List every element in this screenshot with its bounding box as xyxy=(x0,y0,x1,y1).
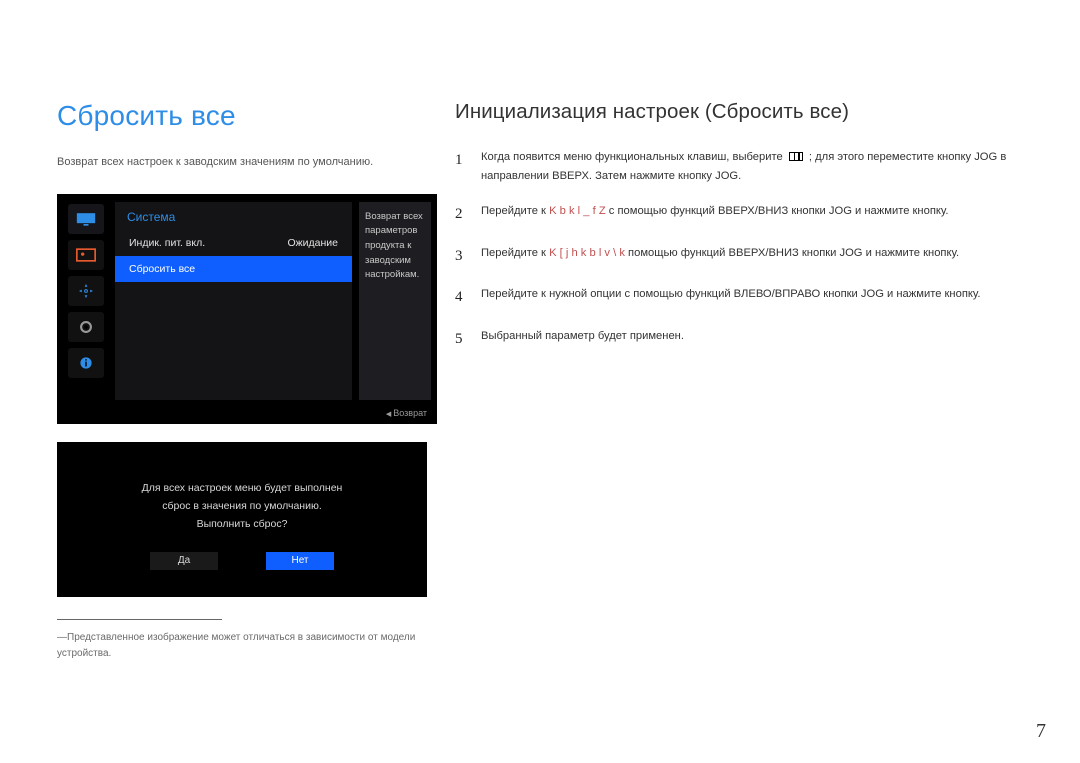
menu-grid-icon xyxy=(789,152,803,161)
separator xyxy=(57,619,222,620)
no-button[interactable]: Нет xyxy=(266,552,334,570)
gear-icon xyxy=(68,312,104,342)
section-title: Инициализация настроек (Сбросить все) xyxy=(455,100,1030,124)
page-title: Сбросить все xyxy=(57,100,437,132)
yes-button[interactable]: Да xyxy=(150,552,218,570)
step-4: 4 Перейдите к нужной опции с помощью фун… xyxy=(455,285,1030,311)
step-text: помощью функций ВВЕРХ/ВНИЗ кнопки JOG и … xyxy=(628,247,959,259)
subtitle: Возврат всех настроек к заводским значен… xyxy=(57,154,437,172)
osd-system-menu: Система Индик. пит. вкл. Ожидание Сброси… xyxy=(57,194,437,424)
dialog-line: Выполнить сброс? xyxy=(57,518,427,530)
osd-menu-title: Система xyxy=(115,202,352,230)
osd-left-rail xyxy=(63,204,109,414)
footnote: ―Представленное изображение может отлича… xyxy=(57,630,437,662)
osd-row-value: Ожидание xyxy=(287,237,338,249)
step-number: 4 xyxy=(455,285,469,311)
step-2: 2 Перейдите к K b k l _ f Z с помощью фу… xyxy=(455,202,1030,228)
step-number: 3 xyxy=(455,244,469,270)
page-number: 7 xyxy=(1036,720,1046,743)
step-text: с помощью функций ВВЕРХ/ВНИЗ кнопки JOG … xyxy=(606,205,949,217)
osd-row-power-led: Индик. пит. вкл. Ожидание xyxy=(115,230,352,256)
osd-row-reset-all: Сбросить все xyxy=(115,256,352,282)
osd-back-hint: Возврат xyxy=(386,408,427,418)
footnote-text: Представленное изображение может отличат… xyxy=(57,632,415,659)
step-number: 1 xyxy=(455,148,469,186)
step-number: 5 xyxy=(455,327,469,353)
step-1: 1 Когда появится меню функциональных кла… xyxy=(455,148,1030,186)
move-icon xyxy=(68,276,104,306)
step-highlight: K [ j h k b l v \ k xyxy=(549,247,625,259)
info-icon xyxy=(68,348,104,378)
step-text: Перейдите к xyxy=(481,205,549,217)
step-text: Когда появится меню функциональных клави… xyxy=(481,151,786,163)
steps-list: 1 Когда появится меню функциональных кла… xyxy=(455,148,1030,352)
osd-row-label: Сбросить все xyxy=(129,263,195,275)
osd-reset-dialog: Для всех настроек меню будет выполнен сб… xyxy=(57,442,427,597)
step-text: Перейдите к нужной опции с помощью функц… xyxy=(481,285,1030,311)
step-highlight: K b k l _ f Z xyxy=(549,205,606,217)
osd-row-label: Индик. пит. вкл. xyxy=(129,237,205,249)
osd-content: Система Индик. пит. вкл. Ожидание Сброси… xyxy=(115,202,352,400)
step-text: Выбранный параметр будет применен. xyxy=(481,327,1030,353)
monitor-icon xyxy=(68,204,104,234)
step-3: 3 Перейдите к K [ j h k b l v \ k помощь… xyxy=(455,244,1030,270)
picture-icon xyxy=(68,240,104,270)
dialog-line: Для всех настроек меню будет выполнен xyxy=(57,482,427,494)
osd-description-box: Возврат всех параметров продукта к завод… xyxy=(359,202,431,400)
step-number: 2 xyxy=(455,202,469,228)
step-5: 5 Выбранный параметр будет применен. xyxy=(455,327,1030,353)
step-text: Перейдите к xyxy=(481,247,549,259)
dialog-line: сброс в значения по умолчанию. xyxy=(57,500,427,512)
